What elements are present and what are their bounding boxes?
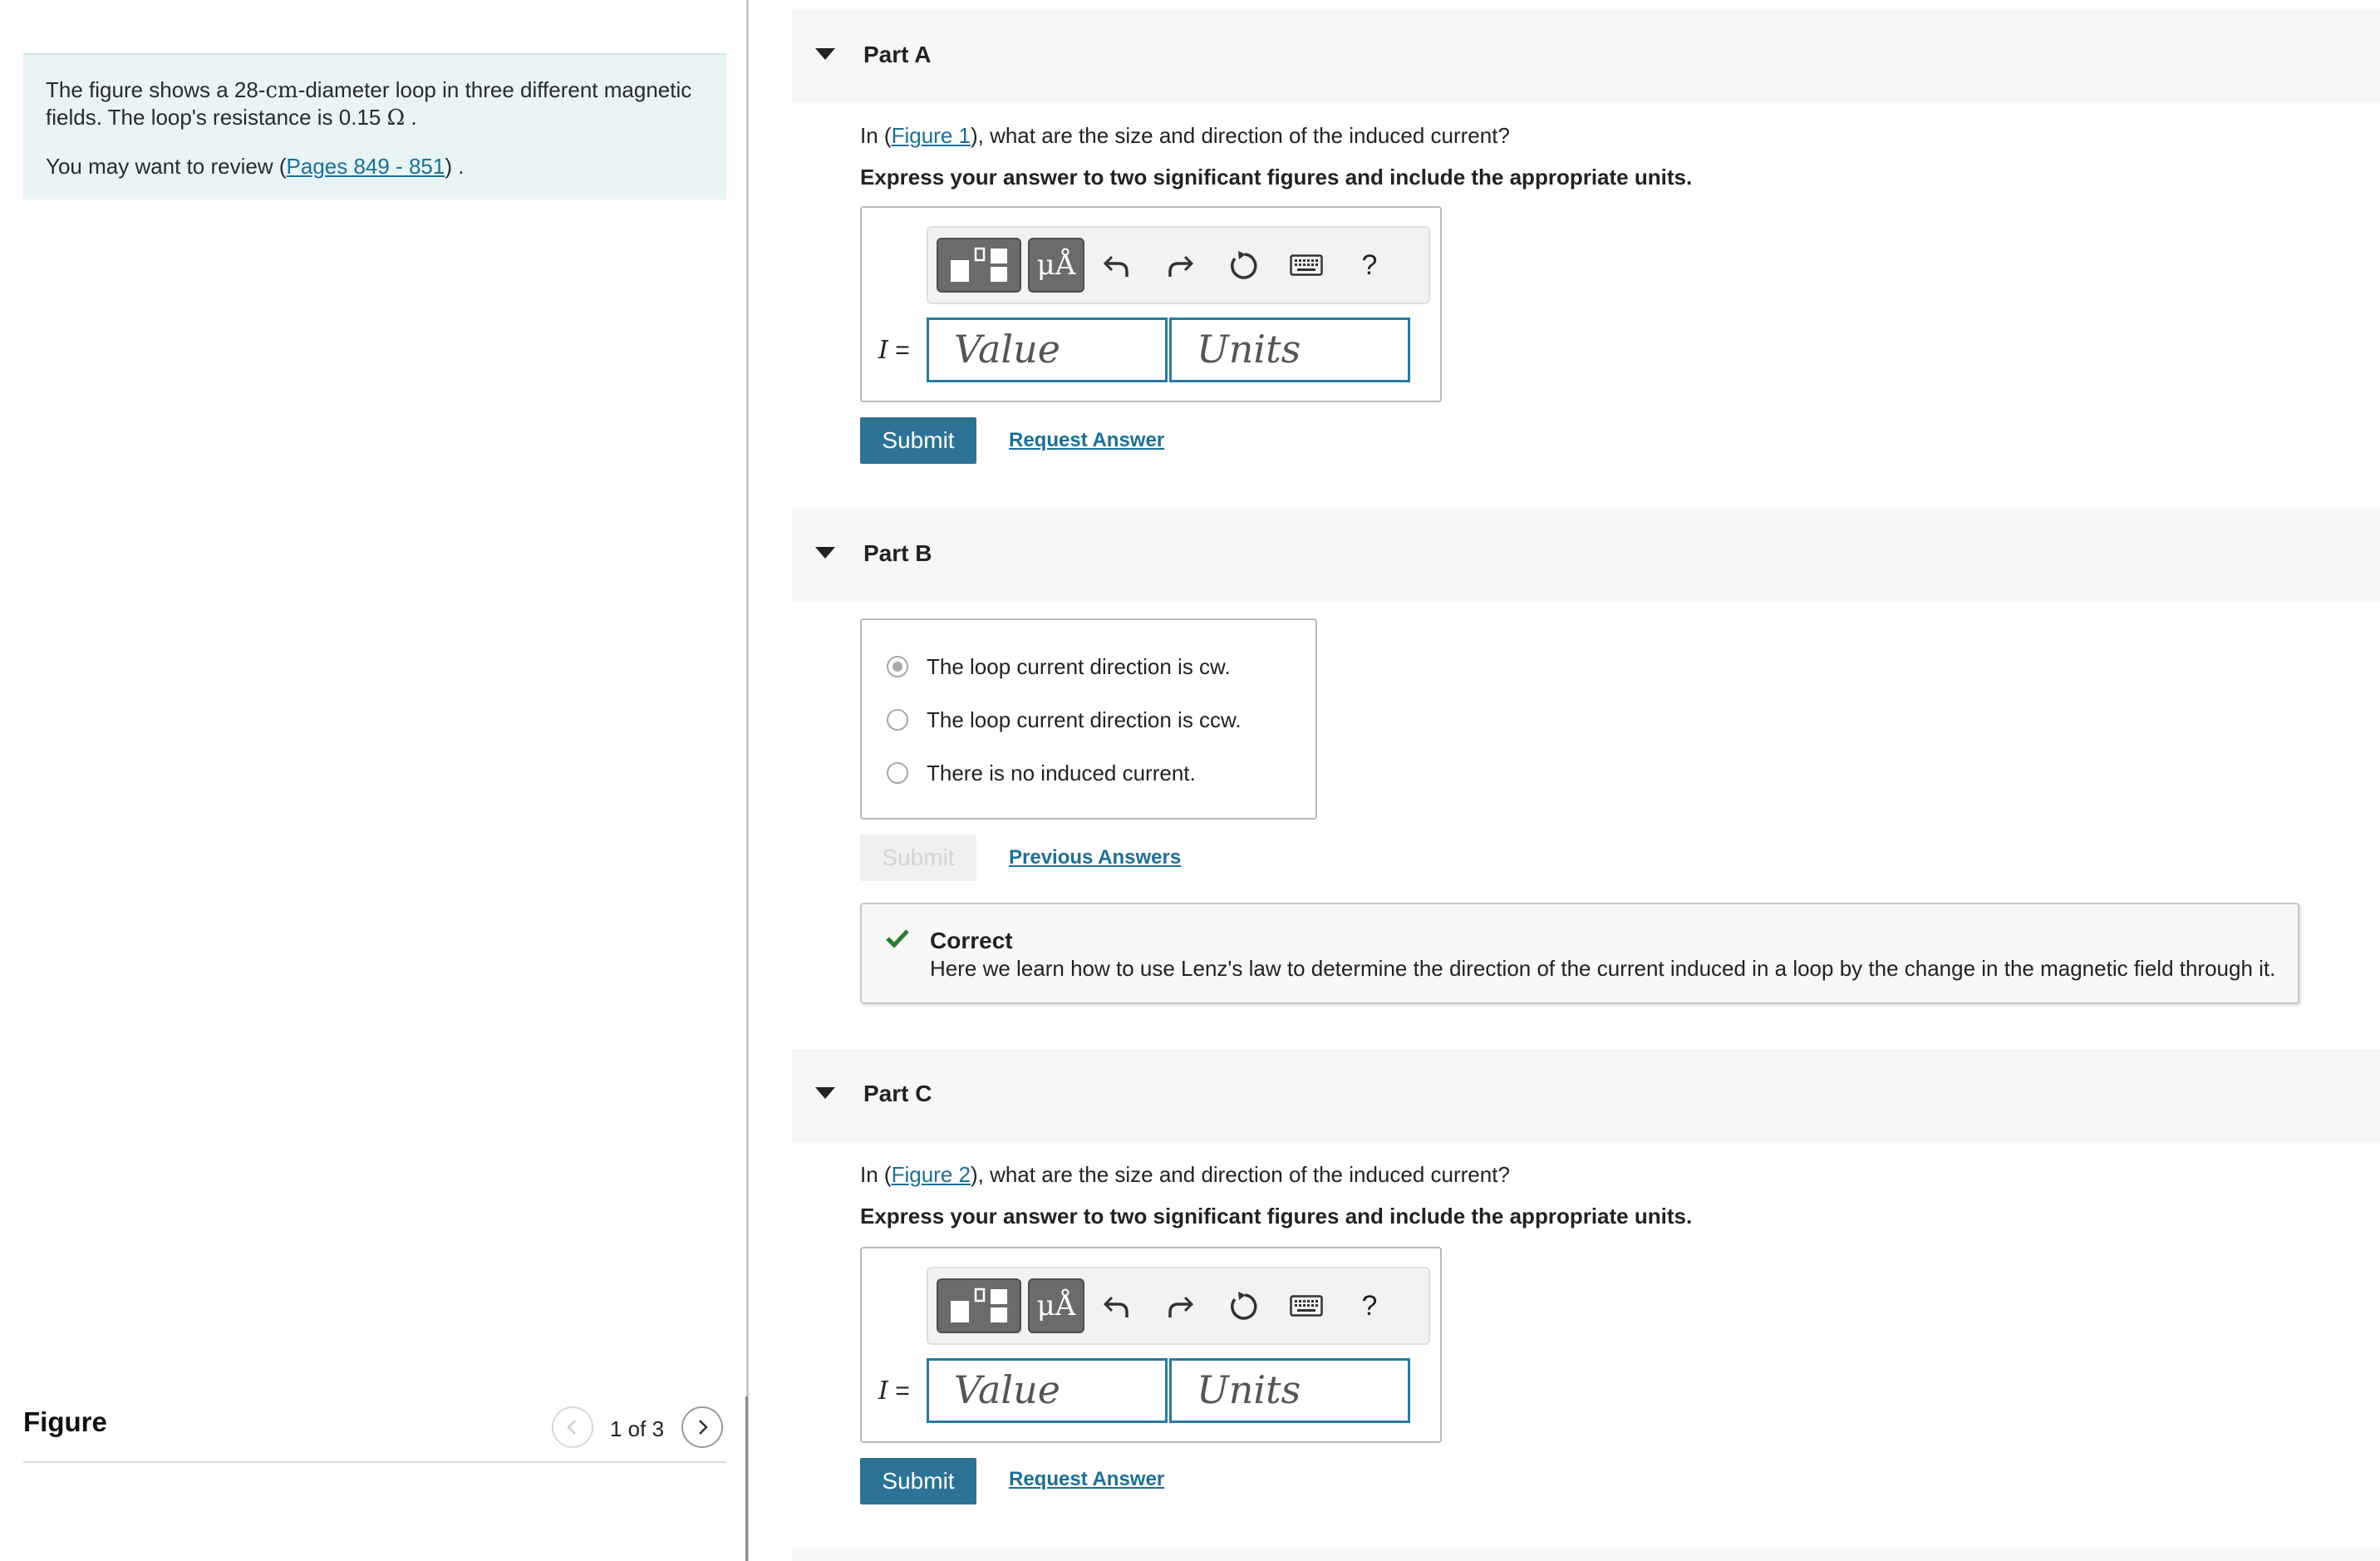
- problem-intro: The figure shows a 28-cm-diameter loop i…: [23, 53, 726, 199]
- undo-icon: [1103, 1296, 1129, 1317]
- reset-icon: [1231, 1292, 1257, 1320]
- chevron-right-icon: [699, 1420, 708, 1435]
- part-c-submit-button[interactable]: Submit: [860, 1458, 976, 1504]
- option-cw[interactable]: The loop current direction is cw.: [887, 650, 1231, 683]
- undo-button[interactable]: [1091, 238, 1143, 293]
- redo-icon: [1168, 255, 1194, 277]
- feedback-title: Correct: [930, 928, 1013, 953]
- option-ccw[interactable]: The loop current direction is ccw.: [887, 703, 1242, 736]
- part-c-question: In (Figure 2), what are the size and dir…: [860, 1162, 1510, 1187]
- keyboard-button[interactable]: [1281, 238, 1332, 293]
- units-input[interactable]: Units: [1169, 318, 1410, 382]
- caret-down-icon: [815, 48, 835, 60]
- part-a-instruction: Express your answer to two significant f…: [860, 165, 1693, 190]
- part-c-title: Part C: [863, 1081, 932, 1106]
- panel-resize-handle[interactable]: [745, 1396, 748, 1561]
- reset-button[interactable]: [1217, 238, 1269, 293]
- keyboard-icon: [1290, 1295, 1323, 1317]
- variable-label: I =: [878, 1376, 910, 1406]
- templates-icon: [951, 1288, 1007, 1322]
- templates-button[interactable]: [937, 238, 1021, 293]
- radio-no-current[interactable]: [887, 762, 908, 784]
- next-part-header-edge: [792, 1548, 2380, 1561]
- checkmark-icon: [886, 929, 909, 948]
- keyboard-button[interactable]: [1281, 1278, 1332, 1333]
- figure-2-link[interactable]: Figure 2: [892, 1162, 971, 1187]
- part-b-previous-answers-link[interactable]: Previous Answers: [1009, 846, 1181, 869]
- part-a-header[interactable]: Part A: [792, 10, 2380, 103]
- part-c-answer-box: μÅ ? I = Value Units: [860, 1247, 1442, 1443]
- chevron-left-icon: [567, 1420, 576, 1435]
- value-input[interactable]: Value: [927, 318, 1168, 382]
- part-b-header[interactable]: Part B: [792, 509, 2380, 602]
- figure-1-link[interactable]: Figure 1: [892, 123, 971, 148]
- radio-ccw[interactable]: [887, 709, 908, 731]
- undo-icon: [1103, 255, 1129, 277]
- figure-counter: 1 of 3: [610, 1416, 665, 1441]
- review-note: You may want to review (Pages 849 - 851)…: [46, 154, 465, 179]
- figure-bar: Figure 1 of 3: [23, 1393, 726, 1463]
- part-c-instruction: Express your answer to two significant f…: [860, 1204, 1693, 1229]
- templates-button[interactable]: [937, 1278, 1021, 1333]
- figure-title: Figure: [23, 1406, 107, 1437]
- undo-button[interactable]: [1091, 1278, 1143, 1333]
- part-b-title: Part B: [863, 540, 932, 566]
- feedback-text: Here we learn how to use Lenz's law to d…: [930, 956, 2276, 981]
- variable-label: I =: [878, 336, 910, 365]
- keyboard-icon: [1290, 254, 1323, 276]
- units-button[interactable]: μÅ: [1028, 1278, 1084, 1333]
- math-toolbar: μÅ ?: [927, 1267, 1430, 1345]
- reset-icon: [1231, 251, 1257, 279]
- redo-button[interactable]: [1154, 1278, 1206, 1333]
- math-toolbar: μÅ ?: [927, 226, 1430, 304]
- part-a-title: Part A: [863, 42, 932, 67]
- redo-icon: [1168, 1296, 1194, 1317]
- part-c-header[interactable]: Part C: [792, 1049, 2380, 1142]
- help-button[interactable]: ?: [1344, 238, 1395, 293]
- part-b-options: The loop current direction is cw. The lo…: [860, 618, 1317, 820]
- part-a-request-answer-link[interactable]: Request Answer: [1009, 429, 1164, 452]
- panel-divider: [746, 0, 749, 1561]
- units-button[interactable]: μÅ: [1028, 238, 1084, 293]
- part-b-submit-button: Submit: [860, 835, 976, 881]
- left-panel: The figure shows a 28-cm-diameter loop i…: [0, 0, 748, 1561]
- review-pages-link[interactable]: Pages 849 - 851: [287, 154, 445, 179]
- part-c-request-answer-link[interactable]: Request Answer: [1009, 1468, 1164, 1491]
- value-input[interactable]: Value: [927, 1358, 1168, 1423]
- radio-cw[interactable]: [887, 656, 908, 677]
- figure-prev-button[interactable]: [552, 1406, 593, 1448]
- help-button[interactable]: ?: [1344, 1278, 1395, 1333]
- redo-button[interactable]: [1154, 238, 1206, 293]
- figure-next-button[interactable]: [681, 1406, 723, 1448]
- caret-down-icon: [815, 1087, 835, 1099]
- reset-button[interactable]: [1217, 1278, 1269, 1333]
- templates-icon: [951, 247, 1007, 282]
- part-a-answer-box: μÅ ? I = Value Units: [860, 206, 1442, 402]
- part-a-question: In (Figure 1), what are the size and dir…: [860, 123, 1510, 148]
- caret-down-icon: [815, 547, 835, 559]
- problem-statement: The figure shows a 28-cm-diameter loop i…: [46, 77, 692, 130]
- part-b-feedback: Correct Here we learn how to use Lenz's …: [860, 903, 2299, 1004]
- part-a-submit-button[interactable]: Submit: [860, 417, 976, 464]
- units-input[interactable]: Units: [1169, 1358, 1410, 1423]
- option-no-current[interactable]: There is no induced current.: [887, 756, 1196, 790]
